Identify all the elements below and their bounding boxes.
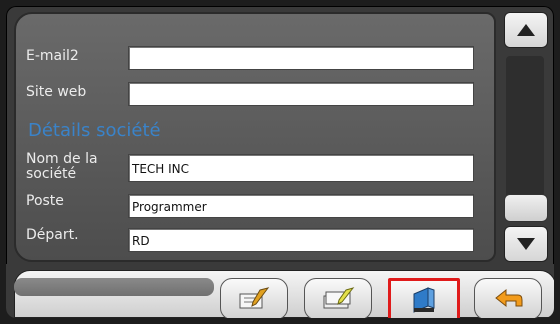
department-label: Départ. bbox=[26, 227, 79, 243]
back-arrow-icon bbox=[495, 288, 523, 308]
position-label: Poste bbox=[26, 193, 64, 209]
triangle-down-icon bbox=[517, 238, 535, 250]
row-website: Site web bbox=[16, 80, 494, 110]
triangle-up-icon bbox=[517, 24, 535, 36]
edit-pencil-icon bbox=[239, 287, 270, 309]
department-field[interactable]: RD bbox=[128, 228, 474, 252]
row-department: Départ. RD bbox=[16, 226, 494, 256]
email2-field[interactable] bbox=[128, 46, 474, 70]
row-company-name: Nom de la société TECH INC bbox=[16, 151, 494, 184]
bottom-toolbar bbox=[6, 264, 554, 318]
scroll-track[interactable] bbox=[506, 56, 544, 206]
edit-list-icon bbox=[323, 287, 355, 309]
row-email2: E-mail2 bbox=[16, 44, 494, 74]
scroll-down-button[interactable] bbox=[504, 226, 548, 262]
scroll-thumb[interactable] bbox=[504, 194, 548, 222]
scroll-up-button[interactable] bbox=[504, 12, 548, 48]
company-name-field[interactable]: TECH INC bbox=[128, 154, 474, 182]
section-title-company: Détails société bbox=[28, 120, 161, 141]
book-button[interactable] bbox=[388, 278, 460, 318]
scrollbar[interactable] bbox=[504, 12, 548, 262]
position-field[interactable]: Programmer bbox=[128, 194, 474, 218]
form-panel: E-mail2 Site web Détails société Nom de … bbox=[14, 12, 496, 262]
contact-edit-screen: E-mail2 Site web Détails société Nom de … bbox=[6, 6, 554, 318]
back-button[interactable] bbox=[474, 278, 542, 318]
edit-button[interactable] bbox=[220, 278, 288, 318]
company-name-label: Nom de la société bbox=[26, 151, 98, 182]
toolbar-decoration bbox=[14, 278, 214, 296]
email2-label: E-mail2 bbox=[26, 48, 79, 64]
book-icon bbox=[413, 287, 435, 313]
website-label: Site web bbox=[26, 84, 87, 100]
row-position: Poste Programmer bbox=[16, 192, 494, 222]
website-field[interactable] bbox=[128, 82, 474, 106]
edit-list-button[interactable] bbox=[304, 278, 372, 318]
